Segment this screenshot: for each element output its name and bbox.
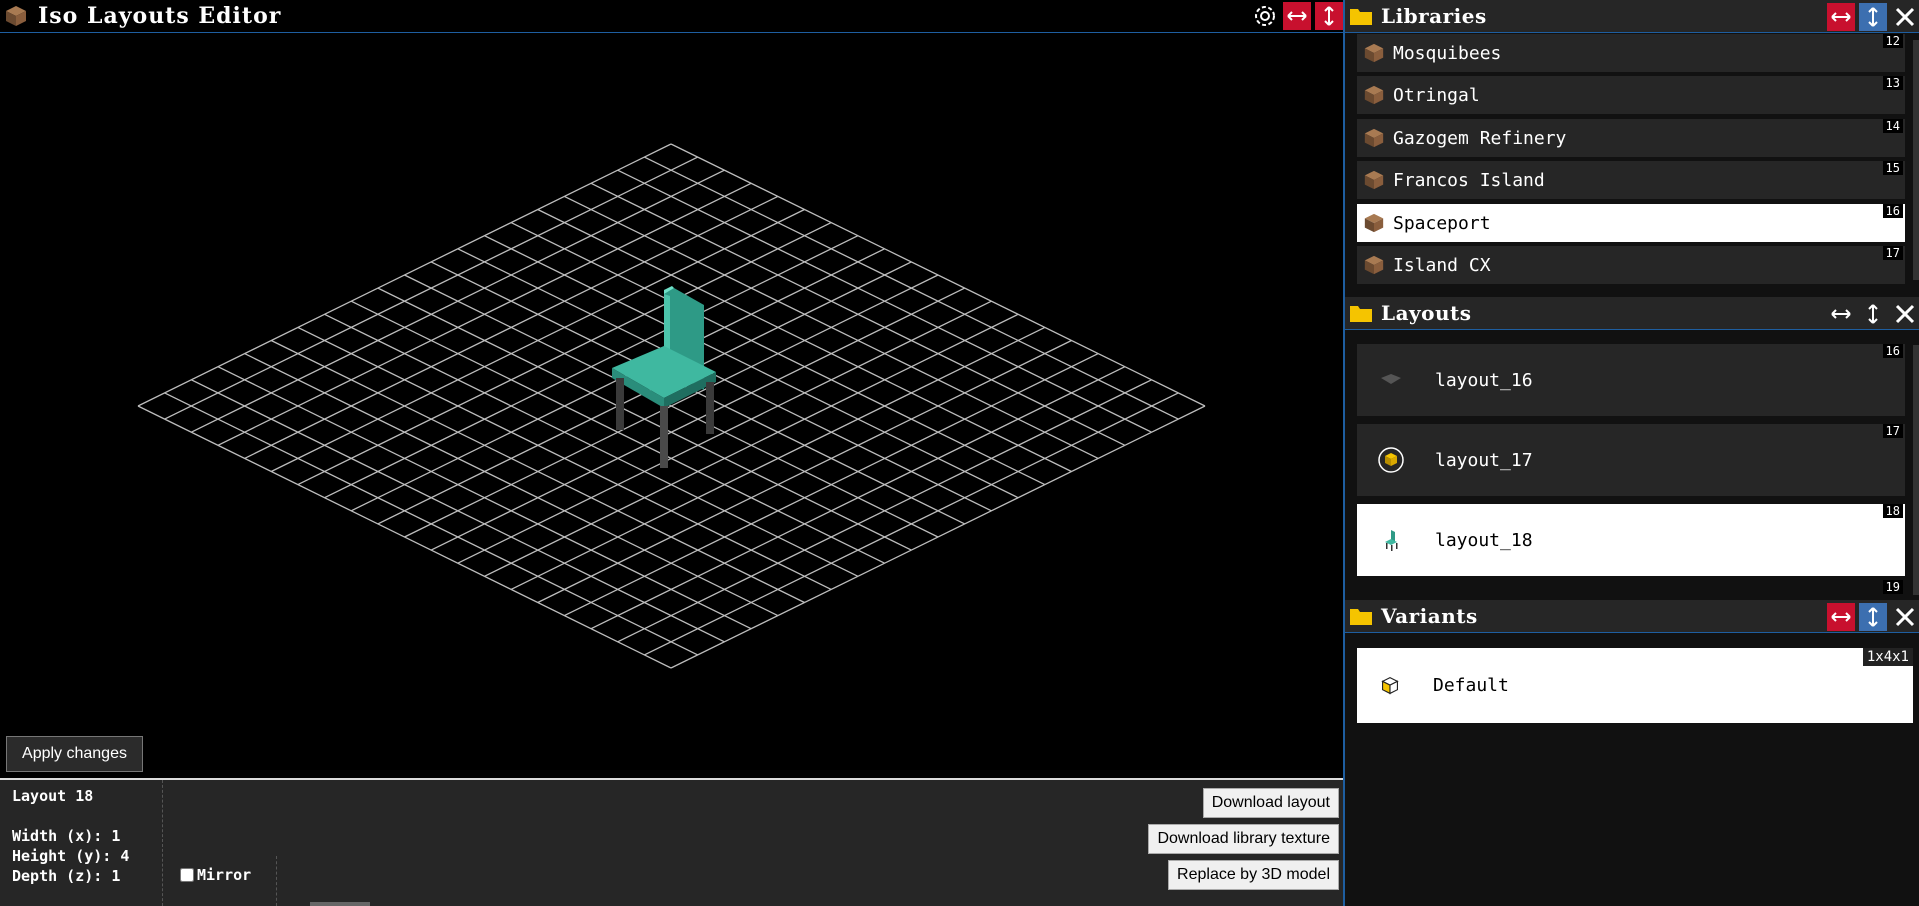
close-icon[interactable] [1891, 300, 1919, 328]
layout-item[interactable]: layout_17 17 [1357, 424, 1905, 496]
apply-changes-button[interactable]: Apply changes [6, 736, 143, 772]
horizontal-scrollbar[interactable] [310, 902, 370, 906]
box-icon [1364, 43, 1384, 63]
libraries-header: Libraries [1345, 0, 1919, 33]
expand-vertical-icon[interactable] [1859, 300, 1887, 328]
folder-icon [1350, 9, 1372, 25]
library-item[interactable]: Francos Island 15 [1357, 161, 1905, 199]
library-item[interactable]: Island CX 17 [1357, 246, 1905, 284]
library-name: Francos Island [1393, 169, 1545, 191]
mirror-checkbox[interactable] [180, 868, 194, 882]
libraries-scrollbar[interactable] [1913, 40, 1919, 280]
chair-model[interactable] [606, 250, 726, 470]
title-bar: Iso Layouts Editor [0, 0, 1343, 33]
library-item[interactable]: Otringal 13 [1357, 76, 1905, 114]
variants-title: Variants [1381, 604, 1478, 628]
library-index: 17 [1882, 246, 1903, 260]
download-library-texture-button[interactable]: Download library texture [1148, 824, 1339, 854]
library-item[interactable]: Gazogem Refinery 14 [1357, 119, 1905, 157]
library-name: Gazogem Refinery [1393, 127, 1567, 149]
expand-horizontal-icon[interactable] [1827, 3, 1855, 31]
variant-item-selected[interactable]: Default 1x4x1 [1357, 648, 1913, 723]
cube-icon [1381, 676, 1399, 694]
expand-vertical-icon[interactable] [1859, 603, 1887, 631]
depth-value: Depth (z): 1 [12, 867, 121, 885]
folder-icon [1350, 609, 1372, 625]
layouts-title: Layouts [1381, 301, 1472, 325]
layout-index: 19 [1882, 580, 1903, 594]
chair-icon [1385, 530, 1398, 551]
layout-name: layout_16 [1435, 369, 1533, 391]
download-layout-button[interactable]: Download layout [1202, 788, 1339, 818]
layout-item-selected[interactable]: layout_18 18 [1357, 504, 1905, 576]
layout-info: Layout 18 Width (x): 1 Height (y): 4 Dep… [12, 786, 129, 886]
cube-icon [1378, 447, 1404, 473]
replace-3d-model-button[interactable]: Replace by 3D model [1168, 860, 1339, 890]
app-root: Iso Layouts Editor Apply changes Layout … [0, 0, 1919, 906]
close-icon[interactable] [1891, 603, 1919, 631]
layout-info-panel: Layout 18 Width (x): 1 Height (y): 4 Dep… [0, 778, 1343, 906]
layouts-scrollbar[interactable] [1913, 345, 1919, 595]
expand-horizontal-icon[interactable] [1827, 603, 1855, 631]
variants-header: Variants [1345, 600, 1919, 633]
library-name: Mosquibees [1393, 42, 1502, 64]
variant-dimensions: 1x4x1 [1862, 648, 1913, 666]
box-icon [6, 6, 26, 26]
library-index: 13 [1882, 76, 1903, 90]
layout-item[interactable]: layout_16 16 [1357, 344, 1905, 416]
variant-name: Default [1433, 675, 1509, 696]
settings-gear-icon[interactable] [1251, 2, 1279, 30]
mirror-toggle[interactable]: Mirror [180, 866, 251, 884]
library-index: 16 [1882, 204, 1903, 218]
layout-name: layout_17 [1435, 449, 1533, 471]
layouts-header: Layouts [1345, 297, 1919, 330]
box-icon [1364, 213, 1384, 233]
layout-index: 17 [1882, 424, 1903, 438]
box-icon [1364, 128, 1384, 148]
library-name: Spaceport [1393, 212, 1491, 234]
iso-viewport[interactable] [0, 34, 1343, 778]
layout-item-partial[interactable]: 19 [1357, 580, 1905, 600]
expand-vertical-icon[interactable] [1859, 3, 1887, 31]
library-index: 12 [1882, 34, 1903, 48]
right-sidebar: Libraries Mosquibees 12 Otringal 13 Gazo… [1343, 0, 1919, 906]
layout-name: Layout 18 [12, 787, 94, 805]
library-name: Otringal [1393, 84, 1480, 106]
layout-name: layout_18 [1435, 529, 1533, 551]
mirror-label: Mirror [197, 866, 252, 884]
close-icon[interactable] [1891, 3, 1919, 31]
box-icon [1364, 255, 1384, 275]
expand-horizontal-icon[interactable] [1283, 2, 1311, 30]
libraries-title: Libraries [1381, 4, 1487, 28]
library-item[interactable]: Mosquibees 12 [1357, 34, 1905, 72]
box-icon [1364, 85, 1384, 105]
folder-icon [1350, 306, 1372, 322]
library-name: Island CX [1393, 254, 1491, 276]
app-title: Iso Layouts Editor [38, 3, 282, 29]
expand-vertical-icon[interactable] [1315, 2, 1343, 30]
layout-index: 16 [1882, 344, 1903, 358]
box-icon [1364, 170, 1384, 190]
height-value: Height (y): 4 [12, 847, 130, 865]
width-value: Width (x): 1 [12, 827, 121, 845]
layout-index: 18 [1882, 504, 1903, 518]
library-index: 15 [1882, 161, 1903, 175]
library-item-selected[interactable]: Spaceport 16 [1357, 204, 1905, 242]
divider [162, 780, 163, 906]
expand-horizontal-icon[interactable] [1827, 300, 1855, 328]
divider [276, 856, 277, 906]
layout-thumb-icon [1381, 374, 1401, 384]
library-index: 14 [1882, 119, 1903, 133]
